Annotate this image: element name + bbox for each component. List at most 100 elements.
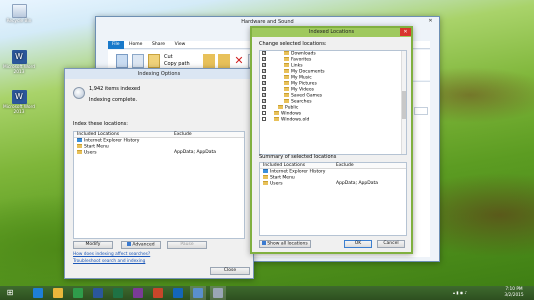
checkbox-checked[interactable]: ✓	[262, 99, 266, 103]
tree-item-label: My Videos	[291, 87, 314, 93]
checkbox-checked[interactable]: ✓	[262, 87, 266, 91]
locations-list[interactable]: Included Locations Exclude Internet Expl…	[73, 131, 245, 239]
cancel-button[interactable]: Cancel	[377, 240, 405, 248]
tree-item-label: Windows	[281, 111, 302, 117]
desktop-icon-word[interactable]: W Microsoft Word 2013	[2, 50, 36, 75]
word-icon: W	[11, 50, 27, 64]
move-to-icon[interactable]	[203, 54, 215, 68]
shield-icon	[127, 242, 132, 246]
checkbox-checked[interactable]: ✓	[262, 93, 266, 97]
paste-icon[interactable]	[148, 54, 160, 68]
tree-item-label: Public	[285, 105, 299, 111]
tab-share[interactable]: Share	[148, 41, 169, 49]
control-panel-icon[interactable]	[190, 286, 206, 300]
change-locations-label: Change selected locations:	[259, 41, 327, 47]
tree-item-label: Downloads	[291, 51, 316, 57]
desktop-icon-word-2[interactable]: W Microsoft Word 2013	[2, 90, 36, 115]
explorer-icon[interactable]	[50, 286, 66, 300]
checkbox-checked[interactable]: ✓	[262, 51, 266, 55]
taskbar: ⊞ ▴ ▮ ◉ ♪ 7:10 PM 3/2/2015	[0, 286, 534, 300]
tree-item[interactable]: Windows.old	[260, 117, 406, 123]
clock-date: 3/2/2015	[504, 292, 524, 298]
store-icon[interactable]	[70, 286, 86, 300]
word-icon: W	[11, 90, 27, 104]
location-tree[interactable]: ✓ Downloads ✓ Favorites ✓ Links ✓ My Documents ✓…	[259, 50, 407, 155]
word-icon[interactable]	[90, 286, 106, 300]
table-row[interactable]: Users AppData; AppData	[260, 181, 406, 187]
folder-icon	[284, 87, 289, 91]
folder-icon	[284, 57, 289, 61]
window-controls: ✕	[424, 17, 437, 25]
items-indexed-count: 1,942 items indexed	[89, 86, 141, 92]
indexed-locations-dialog: Indexed Locations ✕ Change selected loca…	[250, 26, 413, 254]
folder-icon	[274, 117, 279, 121]
delete-icon[interactable]: ✕	[234, 54, 244, 68]
clock[interactable]: 7:10 PM 3/2/2015	[497, 287, 531, 298]
quick-access-toolbar	[101, 28, 151, 36]
close-button[interactable]: Close	[210, 267, 250, 275]
close-icon[interactable]: ✕	[424, 17, 437, 25]
folder-icon	[284, 81, 289, 85]
start-button[interactable]: ⊞	[4, 288, 16, 298]
folder-icon	[284, 93, 289, 97]
ok-button[interactable]: OK	[344, 240, 372, 248]
dialog-title: Indexed Locations	[252, 28, 411, 37]
checkbox-checked[interactable]: ✓	[262, 63, 266, 67]
checkbox[interactable]	[262, 111, 266, 115]
troubleshoot-link[interactable]: Troubleshoot search and indexing	[73, 259, 145, 264]
recycle-bin-icon	[11, 4, 27, 18]
cut-button[interactable]: Cut	[164, 54, 173, 60]
folder-icon	[274, 111, 279, 115]
checkbox-checked[interactable]: ✓	[262, 75, 266, 79]
folder-icon	[77, 150, 82, 154]
scrollbar-thumb[interactable]	[402, 91, 406, 119]
tab-file[interactable]: File	[108, 41, 124, 49]
checkbox-checked[interactable]: ✓	[262, 81, 266, 85]
folder-icon	[278, 105, 283, 109]
tree-item-label: My Music	[291, 75, 312, 81]
tree-item-label: Links	[291, 63, 303, 69]
scrollbar[interactable]	[401, 51, 406, 154]
onenote-icon[interactable]	[130, 286, 146, 300]
show-all-locations-button[interactable]: Show all locations	[259, 240, 311, 248]
powerpoint-icon[interactable]	[150, 286, 166, 300]
pin-icon[interactable]	[116, 54, 128, 68]
index-locations-label: Index these locations:	[73, 121, 128, 127]
modify-button[interactable]: Modify	[73, 241, 113, 249]
summary-label: Summary of selected locations	[259, 154, 337, 160]
indexing-help-link[interactable]: How does indexing affect searches?	[73, 252, 150, 257]
checkbox-checked[interactable]: ✓	[262, 69, 266, 73]
indexing-icon[interactable]	[210, 286, 226, 300]
folder-icon	[263, 181, 268, 185]
copy-icon[interactable]	[132, 54, 144, 68]
desktop-icon-recycle-bin[interactable]: Recycle Bin	[2, 4, 36, 24]
folder-icon	[263, 175, 268, 179]
table-row[interactable]: Users AppData; AppData	[74, 150, 244, 156]
shield-icon	[262, 241, 267, 245]
advanced-button[interactable]: Advanced	[121, 241, 161, 249]
search-input[interactable]	[414, 107, 428, 115]
close-icon[interactable]: ✕	[400, 28, 411, 36]
tree-item-label: Saved Games	[291, 93, 323, 99]
checkbox[interactable]	[262, 117, 266, 121]
checkbox-checked[interactable]: ✓	[262, 105, 266, 109]
summary-list[interactable]: Included Locations Exclude Internet Expl…	[259, 162, 407, 236]
system-tray-icons[interactable]: ▴ ▮ ◉ ♪	[440, 289, 480, 297]
tree-item-label: My Documents	[291, 69, 325, 75]
tab-view[interactable]: View	[171, 41, 190, 49]
ie-icon	[263, 169, 268, 173]
folder-icon	[77, 144, 82, 148]
folder-icon	[284, 51, 289, 55]
outlook-icon[interactable]	[170, 286, 186, 300]
checkbox-checked[interactable]: ✓	[262, 57, 266, 61]
folder-icon	[284, 63, 289, 67]
magnifier-icon	[73, 87, 85, 99]
excel-icon[interactable]	[110, 286, 126, 300]
ie-icon[interactable]	[30, 286, 46, 300]
folder-icon	[284, 69, 289, 73]
copy-path-button[interactable]: Copy path	[164, 61, 190, 67]
pause-button[interactable]: Pause	[167, 241, 207, 249]
tab-home[interactable]: Home	[125, 41, 146, 49]
copy-to-icon[interactable]	[218, 54, 230, 68]
folder-icon	[284, 75, 289, 79]
